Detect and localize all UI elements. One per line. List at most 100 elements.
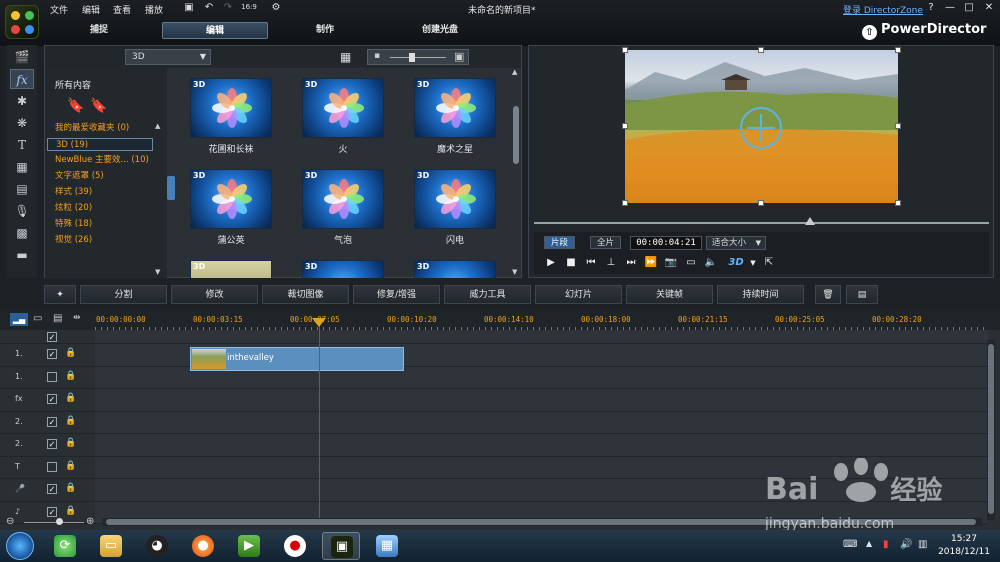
track-enable-checkbox[interactable]: ✓ — [47, 506, 57, 517]
category-item[interactable]: NewBlue 主要效... (10) — [47, 154, 153, 167]
lock-icon[interactable]: 🔒 — [65, 483, 76, 493]
category-item[interactable]: 文字遮罩 (5) — [47, 170, 153, 183]
lock-icon[interactable]: 🔒 — [65, 348, 76, 358]
task-explorer[interactable]: ▭ — [92, 532, 130, 560]
fix-enhance-button[interactable]: 修复/增强 — [353, 285, 440, 304]
stop-icon[interactable]: ■ — [564, 256, 578, 270]
modify-button[interactable]: 修改 — [171, 285, 258, 304]
power-tools-button[interactable]: 威力工具 — [444, 285, 531, 304]
effect-filter-select[interactable]: 3D ▼ — [125, 49, 211, 65]
scroll-down-icon[interactable]: ▼ — [155, 268, 160, 276]
track-enable-checkbox[interactable]: ✓ — [47, 349, 57, 359]
effect-thumbnail[interactable]: 3D — [302, 169, 384, 229]
zoom-slider-knob[interactable] — [56, 518, 63, 525]
speaker-icon[interactable]: 🔊 — [900, 539, 912, 550]
lock-icon[interactable]: 🔒 — [65, 461, 76, 471]
slider-knob[interactable] — [409, 53, 415, 62]
effect-room-icon[interactable]: fx — [10, 69, 34, 89]
media-room-icon[interactable]: 🎬 — [10, 47, 34, 67]
timeline-view-icon[interactable]: ▂▄ — [10, 313, 28, 326]
security-icon[interactable]: ▮ — [883, 539, 889, 550]
menu-view[interactable]: 查看 — [113, 3, 131, 16]
menu-play[interactable]: 播放 — [145, 3, 163, 16]
track-lane[interactable] — [95, 434, 988, 456]
menu-edit[interactable]: 编辑 — [82, 3, 100, 16]
transition-room-icon[interactable]: ▦ — [10, 157, 34, 177]
task-qq[interactable]: ◕ — [138, 532, 176, 560]
timecode-display[interactable]: 00:00:04:21 — [630, 236, 702, 250]
clip-mode-button[interactable]: 片段 — [544, 236, 576, 249]
crop-image-button[interactable]: 裁切图像 — [262, 285, 349, 304]
keyboard-icon[interactable]: ⌨ — [843, 539, 857, 550]
network-icon[interactable]: ▥ — [918, 539, 927, 550]
more-tools-icon[interactable]: ▤ — [846, 285, 878, 304]
aspect-ratio-icon[interactable]: 16:9 — [241, 2, 257, 13]
tray-arrow-icon[interactable]: ▲ — [866, 539, 872, 548]
resize-handle[interactable] — [895, 123, 901, 129]
resize-handle[interactable] — [758, 200, 764, 206]
effect-thumbnail[interactable]: 3D — [414, 169, 496, 229]
tab-capture[interactable]: 捕捉 — [60, 22, 138, 39]
chevron-down-icon[interactable]: ▼ — [746, 256, 760, 270]
playhead-line[interactable] — [319, 320, 320, 520]
timeline-video-clip[interactable]: inthevalley — [190, 347, 404, 371]
minimize-button[interactable]: — — [943, 2, 957, 14]
add-track-icon[interactable]: ▤ — [53, 313, 62, 324]
category-item[interactable]: 视觉 (26) — [47, 234, 153, 247]
fast-forward-icon[interactable]: ⏩ — [644, 256, 658, 270]
task-media[interactable]: ▶ — [230, 532, 268, 560]
lock-icon[interactable]: 🔒 — [65, 393, 76, 403]
keyframe-button[interactable]: 关键帧 — [626, 285, 713, 304]
task-firefox[interactable]: ● — [184, 532, 222, 560]
tab-produce[interactable]: 制作 — [290, 22, 360, 39]
resize-handle[interactable] — [895, 200, 901, 206]
maximize-button[interactable]: □ — [962, 2, 976, 14]
split-marker-icon[interactable]: ⊥ — [604, 256, 618, 270]
start-button[interactable] — [6, 532, 34, 560]
effect-thumbnail[interactable]: 3D — [190, 260, 272, 278]
select-all-checkbox[interactable]: ✓ — [47, 332, 57, 342]
effect-thumbnail[interactable]: 3D — [414, 78, 496, 138]
tab-create-disc[interactable]: 创建光盘 — [395, 22, 485, 39]
playhead-marker[interactable] — [312, 318, 326, 327]
undock-icon[interactable]: ⇱ — [762, 256, 776, 270]
resize-handle[interactable] — [622, 200, 628, 206]
task-powerdirector[interactable]: ▣ — [322, 532, 360, 560]
seek-knob[interactable] — [805, 217, 815, 225]
timeline-vertical-scrollbar[interactable] — [987, 340, 995, 520]
lock-icon[interactable]: 🔒 — [65, 438, 76, 448]
timeline-zoom-slider[interactable] — [24, 522, 84, 523]
duration-button[interactable]: 持续时间 — [717, 285, 804, 304]
library-scrollbar[interactable]: ▲ ▼ — [511, 68, 521, 278]
track-enable-checkbox[interactable]: ✓ — [47, 416, 57, 427]
settings-icon[interactable]: ⚙ — [270, 2, 282, 13]
redo-icon[interactable]: ↷ — [222, 2, 234, 13]
effect-thumbnail[interactable]: 3D — [190, 78, 272, 138]
track-lane[interactable] — [95, 411, 988, 433]
scroll-thumb[interactable] — [988, 344, 994, 514]
fit-size-select[interactable]: 适合大小 ▼ — [706, 236, 766, 250]
category-item[interactable]: 我的最爱收藏夹 (0) — [47, 122, 153, 135]
thumbnail-size-slider[interactable]: ▪ ▣ — [367, 49, 469, 65]
magic-tool-icon[interactable]: ✦ — [44, 285, 76, 304]
slideshow-button[interactable]: 幻灯片 — [535, 285, 622, 304]
play-icon[interactable]: ▶ — [544, 256, 558, 270]
title-room-icon[interactable]: T — [10, 135, 34, 155]
volume-icon[interactable]: 🔈 — [704, 256, 718, 270]
undo-icon[interactable]: ↶ — [203, 2, 215, 13]
preview-seekbar[interactable] — [534, 222, 989, 224]
fit-timeline-icon[interactable]: ⇹ — [73, 313, 81, 323]
save-icon[interactable]: ▣ — [183, 2, 195, 13]
timeline-ruler[interactable]: ▂▄ ▭ ▤ ⇹ 00:00:00:00 00:00:03:15 00:00:07:… — [0, 310, 1000, 330]
menu-file[interactable]: 文件 — [50, 3, 68, 16]
full-mode-button[interactable]: 全片 — [590, 236, 622, 249]
remove-tag-icon[interactable]: 🔖 — [90, 98, 107, 114]
effect-thumbnail[interactable]: 3D — [302, 260, 384, 278]
3d-mode-button[interactable]: 3D — [726, 256, 746, 270]
task-360-browser[interactable]: ⟳ — [46, 532, 84, 560]
scroll-up-icon[interactable]: ▲ — [512, 68, 517, 76]
storyboard-view-icon[interactable]: ▭ — [33, 313, 42, 324]
display-icon[interactable]: ▭ — [684, 256, 698, 270]
category-item[interactable]: 样式 (39) — [47, 186, 153, 199]
tab-edit[interactable]: 编辑 — [162, 22, 268, 39]
